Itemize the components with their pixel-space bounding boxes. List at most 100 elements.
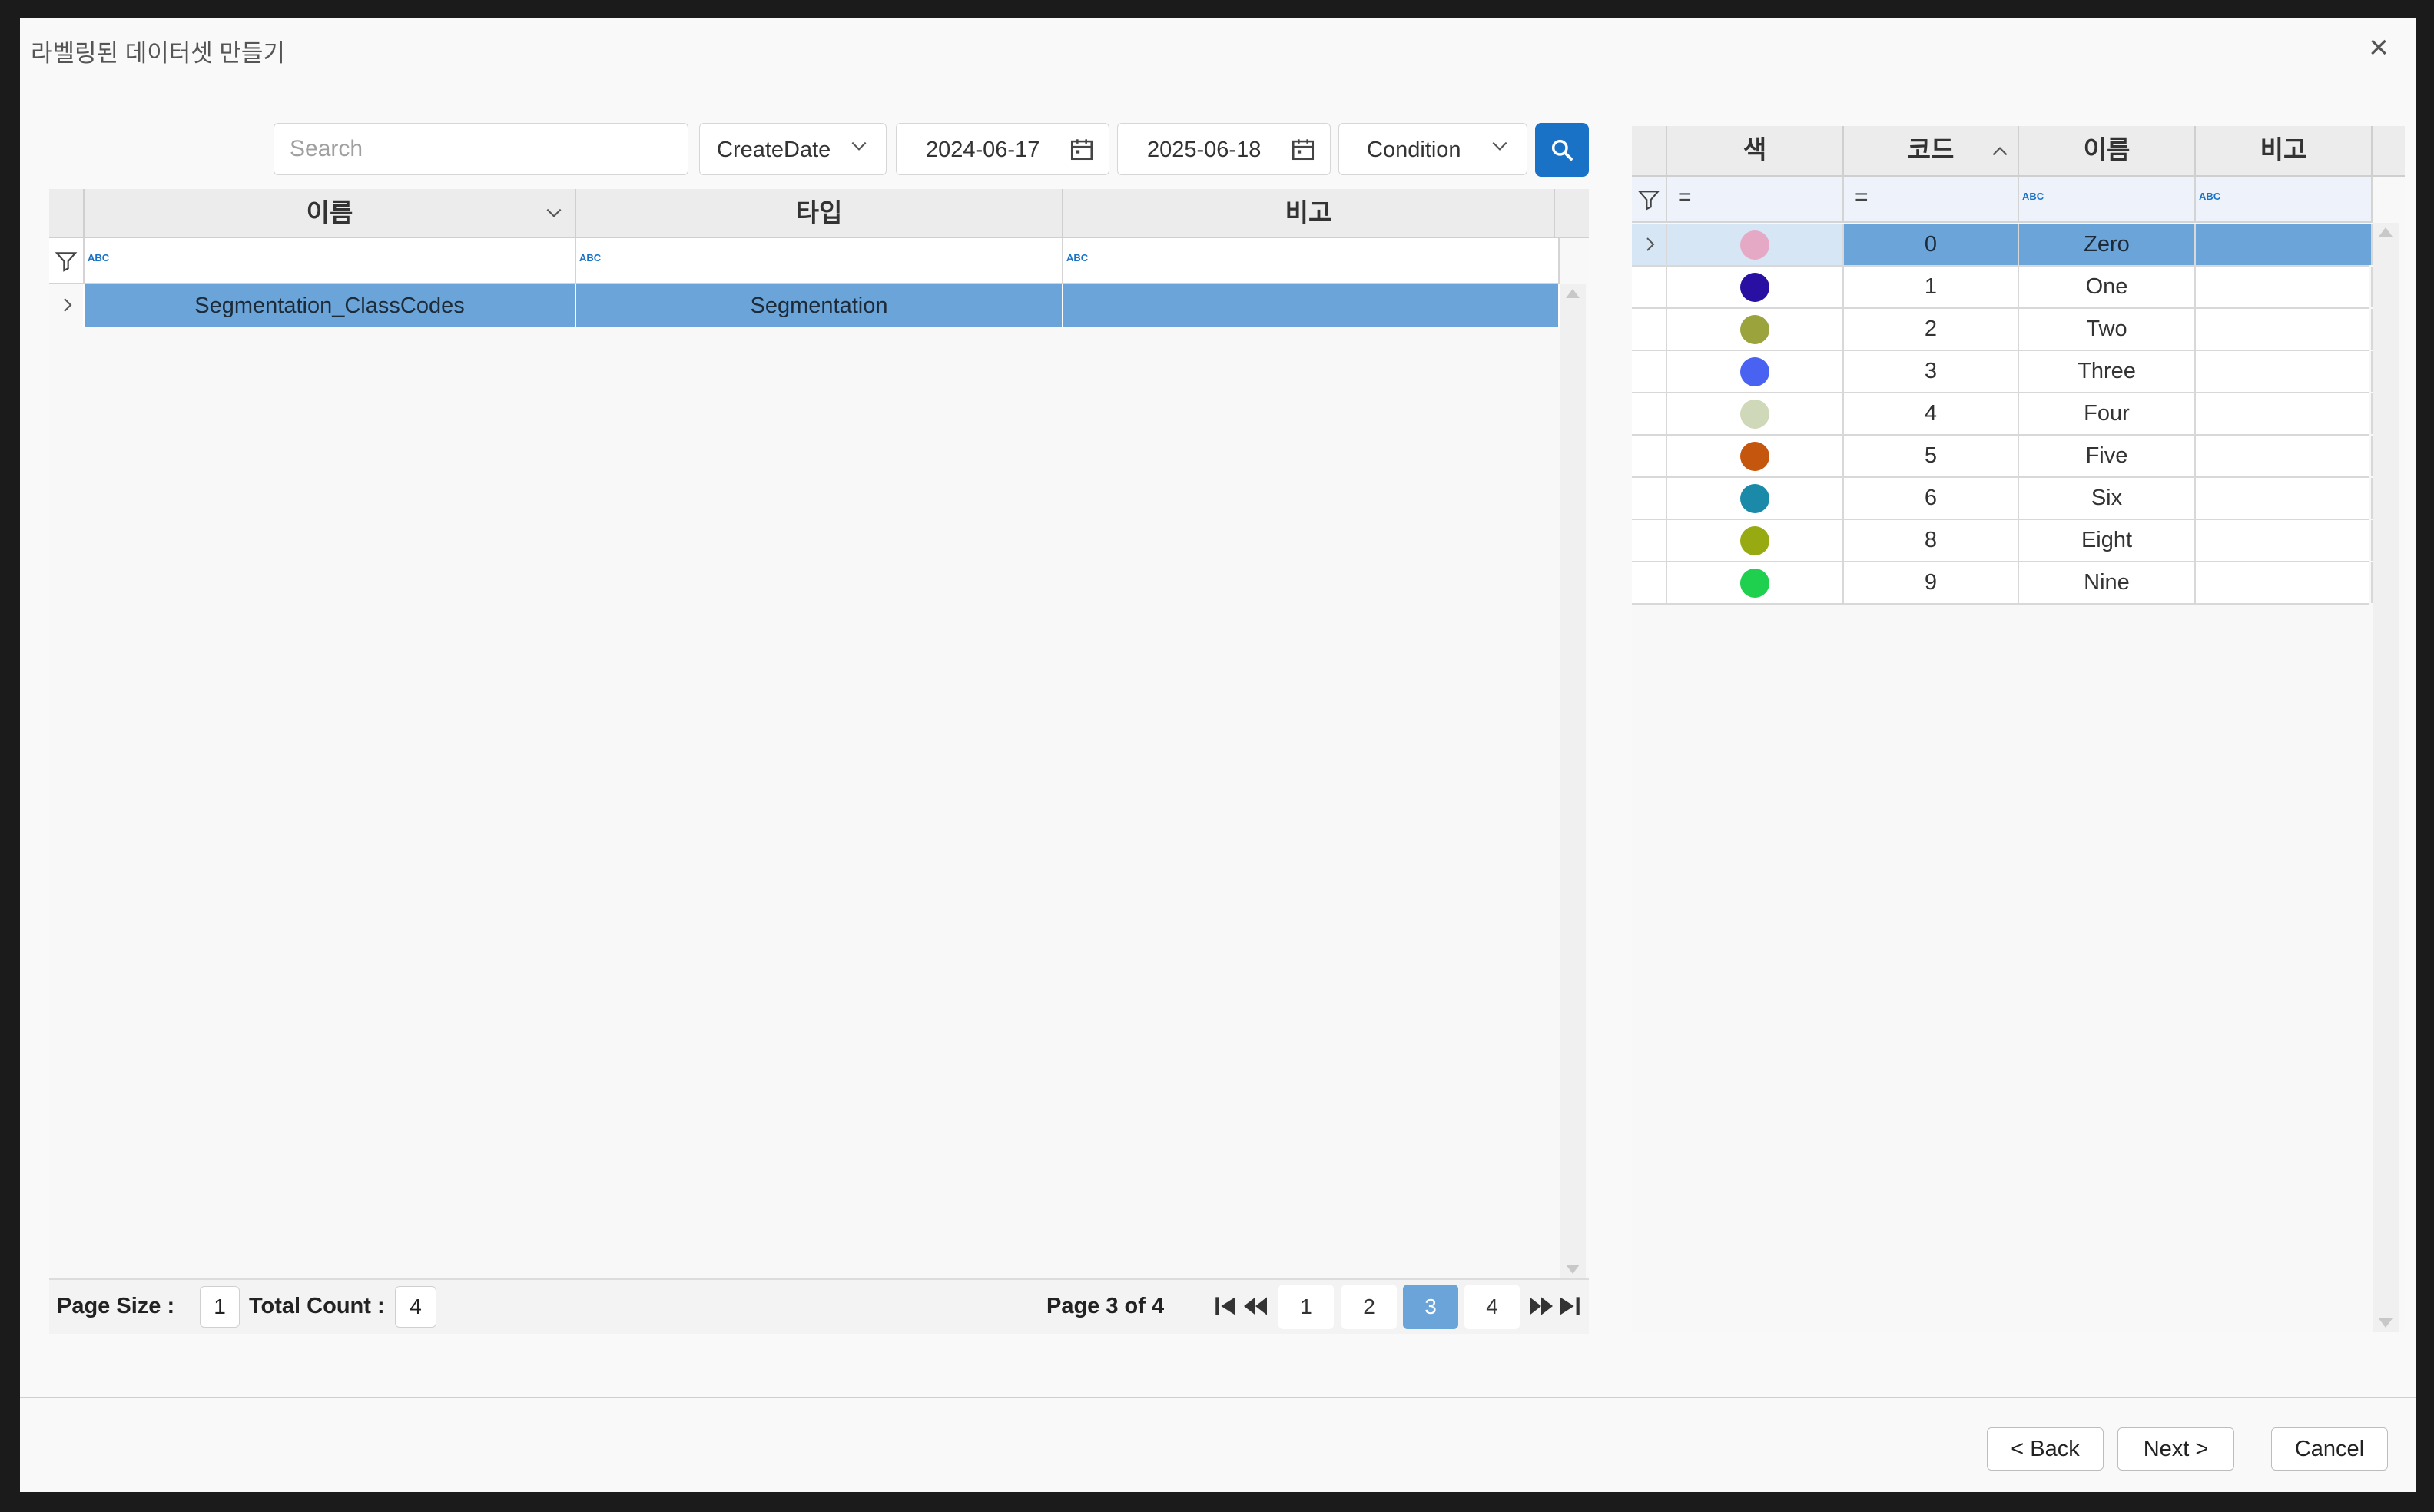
cell-color[interactable]	[1667, 393, 1844, 434]
chevron-up-icon[interactable]	[1990, 141, 2010, 161]
cell-color[interactable]	[1667, 562, 1844, 603]
first-page-icon[interactable]	[1211, 1291, 1242, 1321]
cell-color[interactable]	[1667, 436, 1844, 476]
cell-note[interactable]	[2196, 393, 2373, 434]
next-button[interactable]: Next >	[2117, 1427, 2234, 1471]
cell-color[interactable]	[1667, 267, 1844, 307]
cell-code[interactable]: 1	[1844, 267, 2019, 307]
last-page-icon[interactable]	[1554, 1291, 1584, 1321]
cell-note[interactable]	[2196, 224, 2373, 265]
cell-color[interactable]	[1667, 224, 1844, 265]
row-expand[interactable]	[49, 284, 85, 327]
table-row[interactable]: 0 Zero	[1632, 224, 2373, 267]
row-indicator[interactable]	[1632, 309, 1667, 350]
cell-code[interactable]: 9	[1844, 562, 2019, 603]
cell-code[interactable]: 6	[1844, 478, 2019, 519]
cell-name[interactable]: Zero	[2019, 224, 2196, 265]
table-row[interactable]: 8 Eight	[1632, 520, 2373, 562]
column-header-name[interactable]: 이름	[2019, 126, 2196, 177]
cell-note[interactable]	[2196, 436, 2373, 476]
close-icon[interactable]: ×	[2362, 31, 2396, 66]
cell-code[interactable]: 5	[1844, 436, 2019, 476]
filter-cell-note[interactable]: ABC	[2196, 177, 2373, 221]
column-header-type[interactable]: 타입	[576, 189, 1063, 238]
search-button[interactable]	[1535, 123, 1589, 177]
cell-color[interactable]	[1667, 309, 1844, 350]
condition-select[interactable]: Condition	[1338, 123, 1527, 175]
cell-code[interactable]: 8	[1844, 520, 2019, 561]
page-button-1[interactable]: 1	[1278, 1285, 1334, 1329]
date-to-picker[interactable]: 2025-06-18	[1117, 123, 1331, 175]
filter-cell-name[interactable]: ABC	[85, 238, 576, 283]
calendar-icon[interactable]	[1290, 136, 1316, 162]
cell-note[interactable]	[2196, 562, 2373, 603]
column-header-note[interactable]: 비고	[1063, 189, 1555, 238]
table-row[interactable]: Segmentation_ClassCodes Segmentation	[49, 284, 1560, 327]
scroll-down-icon[interactable]	[1566, 1265, 1580, 1274]
cell-code[interactable]: 2	[1844, 309, 2019, 350]
row-indicator[interactable]	[1632, 224, 1667, 265]
column-header-note[interactable]: 비고	[2196, 126, 2373, 177]
cell-note[interactable]	[2196, 478, 2373, 519]
back-button[interactable]: < Back	[1987, 1427, 2104, 1471]
filter-icon[interactable]	[1636, 187, 1661, 212]
cell-name[interactable]: Five	[2019, 436, 2196, 476]
cell-name[interactable]: Eight	[2019, 520, 2196, 561]
row-indicator[interactable]	[1632, 393, 1667, 434]
cancel-button[interactable]: Cancel	[2271, 1427, 2388, 1471]
cell-code[interactable]: 4	[1844, 393, 2019, 434]
row-indicator[interactable]	[1632, 562, 1667, 603]
scroll-up-icon[interactable]	[1566, 289, 1580, 298]
page-button-4[interactable]: 4	[1464, 1285, 1520, 1329]
sort-field-select[interactable]: CreateDate	[699, 123, 887, 175]
filter-icon[interactable]	[54, 249, 78, 274]
column-header-color[interactable]: 색	[1667, 126, 1844, 177]
table-row[interactable]: 9 Nine	[1632, 562, 2373, 605]
cell-note[interactable]	[2196, 309, 2373, 350]
cell-note[interactable]	[2196, 267, 2373, 307]
cell-note[interactable]	[1063, 284, 1560, 327]
cell-color[interactable]	[1667, 478, 1844, 519]
date-from-picker[interactable]: 2024-06-17	[896, 123, 1109, 175]
cell-name[interactable]: Segmentation_ClassCodes	[85, 284, 576, 327]
scroll-down-icon[interactable]	[2379, 1318, 2393, 1328]
cell-color[interactable]	[1667, 351, 1844, 392]
table-row[interactable]: 5 Five	[1632, 436, 2373, 478]
cell-name[interactable]: Nine	[2019, 562, 2196, 603]
cell-note[interactable]	[2196, 520, 2373, 561]
cell-name[interactable]: Two	[2019, 309, 2196, 350]
table-row[interactable]: 4 Four	[1632, 393, 2373, 436]
scroll-up-icon[interactable]	[2379, 227, 2393, 237]
filter-cell-note[interactable]: ABC	[1063, 238, 1560, 283]
cell-code[interactable]: 3	[1844, 351, 2019, 392]
filter-cell-name[interactable]: ABC	[2019, 177, 2196, 221]
cell-color[interactable]	[1667, 520, 1844, 561]
cell-name[interactable]: Three	[2019, 351, 2196, 392]
table-row[interactable]: 2 Two	[1632, 309, 2373, 351]
cell-name[interactable]: One	[2019, 267, 2196, 307]
column-header-name[interactable]: 이름	[85, 189, 576, 238]
cell-type[interactable]: Segmentation	[576, 284, 1063, 327]
filter-cell-type[interactable]: ABC	[576, 238, 1063, 283]
filter-cell-code[interactable]: =	[1844, 177, 2019, 221]
row-indicator[interactable]	[1632, 436, 1667, 476]
row-indicator[interactable]	[1632, 478, 1667, 519]
table-row[interactable]: 6 Six	[1632, 478, 2373, 520]
vertical-scrollbar[interactable]	[2373, 223, 2399, 1332]
calendar-icon[interactable]	[1069, 136, 1095, 162]
table-row[interactable]: 3 Three	[1632, 351, 2373, 393]
row-indicator[interactable]	[1632, 520, 1667, 561]
row-indicator[interactable]	[1632, 267, 1667, 307]
chevron-down-icon[interactable]	[544, 203, 564, 223]
row-indicator[interactable]	[1632, 351, 1667, 392]
prev-page-icon[interactable]	[1240, 1291, 1271, 1321]
page-size-value[interactable]: 1	[200, 1286, 240, 1328]
column-header-code[interactable]: 코드	[1844, 126, 2019, 177]
cell-name[interactable]: Four	[2019, 393, 2196, 434]
page-button-3[interactable]: 3	[1403, 1285, 1458, 1329]
filter-cell-color[interactable]: =	[1667, 177, 1844, 221]
vertical-scrollbar[interactable]	[1560, 284, 1586, 1278]
search-input[interactable]	[274, 123, 688, 175]
page-button-2[interactable]: 2	[1341, 1285, 1397, 1329]
next-page-icon[interactable]	[1526, 1291, 1557, 1321]
